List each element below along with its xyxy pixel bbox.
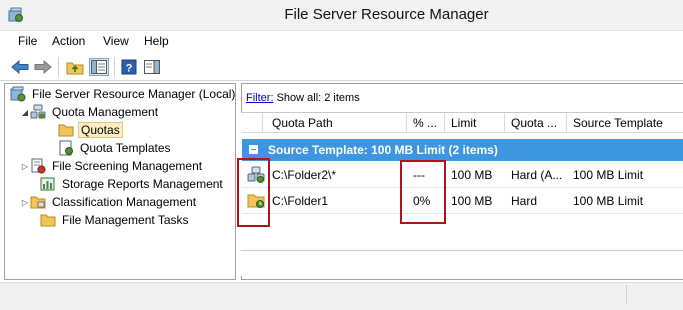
file-screening-icon xyxy=(30,158,46,174)
collapse-group-icon[interactable] xyxy=(249,145,258,154)
percent-highlight-box xyxy=(400,160,446,224)
show-hide-tree-icon[interactable] xyxy=(89,58,109,76)
tree-item-label: Storage Reports Management xyxy=(62,177,223,191)
tree-item-label: File Management Tasks xyxy=(62,213,189,227)
status-bar-divider xyxy=(626,285,627,305)
tree-item-label: File Server Resource Manager (Local) xyxy=(32,87,236,101)
collapse-arrow-icon[interactable]: ◢ xyxy=(20,108,30,117)
source-template-cell: 100 MB Limit xyxy=(573,168,644,182)
toolbar-separator xyxy=(114,57,115,77)
classification-icon xyxy=(30,194,46,210)
filter-text: Show all: 2 items xyxy=(276,92,360,104)
folder-icon xyxy=(40,212,56,228)
column-divider[interactable] xyxy=(262,113,263,133)
expand-arrow-icon[interactable]: ▷ xyxy=(20,198,30,207)
status-bar xyxy=(0,282,683,310)
tree-item-quota-management[interactable]: ◢ Quota Management xyxy=(10,103,234,121)
tree-item-file-server-resource-manager-local[interactable]: File Server Resource Manager (Local) xyxy=(10,85,236,103)
tree-item-label: File Screening Management xyxy=(52,159,203,173)
toolbar-separator xyxy=(58,57,59,77)
quota-type-cell: Hard (A... xyxy=(511,168,563,182)
menu-file[interactable]: File xyxy=(18,34,37,48)
window-title: File Server Resource Manager xyxy=(284,6,489,23)
column-divider[interactable] xyxy=(406,113,407,133)
column-percent-used[interactable]: % ... xyxy=(413,116,437,130)
column-quota-type[interactable]: Quota ... xyxy=(511,116,557,130)
tree-item-label: Quota Management xyxy=(52,105,159,119)
limit-cell: 100 MB xyxy=(451,168,493,182)
quota-type-cell: Hard xyxy=(511,194,538,208)
tree-item-storage-reports-management[interactable]: Storage Reports Management xyxy=(10,175,234,193)
action-pane-icon[interactable] xyxy=(142,58,162,76)
fsrm-server-icon xyxy=(10,86,26,102)
column-limit[interactable]: Limit xyxy=(451,116,476,130)
column-source-template[interactable]: Source Template xyxy=(573,116,663,130)
tree-item-classification-management[interactable]: ▷ Classification Management xyxy=(10,193,234,211)
column-divider[interactable] xyxy=(566,113,567,133)
tree-list: File Server Resource Manager (Local) ◢ Quo… xyxy=(10,85,236,229)
menu-action[interactable]: Action xyxy=(52,34,85,48)
column-divider[interactable] xyxy=(504,113,505,133)
menu-help[interactable]: Help xyxy=(144,34,169,48)
column-quota-path[interactable]: Quota Path xyxy=(272,116,333,130)
tree-item-quotas[interactable]: Quotas xyxy=(10,121,234,139)
up-folder-icon[interactable] xyxy=(65,58,85,76)
quota-template-icon xyxy=(58,140,74,156)
tree-item-label: Quotas xyxy=(78,122,123,138)
forward-arrow-icon[interactable] xyxy=(33,58,53,76)
group-header-label: Source Template: 100 MB Limit (2 items) xyxy=(268,143,498,157)
column-divider[interactable] xyxy=(444,113,445,133)
tree-item-quota-templates[interactable]: Quota Templates xyxy=(10,139,234,157)
quota-management-icon xyxy=(30,104,46,120)
limit-cell: 100 MB xyxy=(451,194,493,208)
quota-path-cell: C:\Folder1 xyxy=(272,194,329,208)
filter-link[interactable]: Filter: xyxy=(246,92,274,104)
expand-arrow-icon[interactable]: ▷ xyxy=(20,162,30,171)
folder-icon xyxy=(58,122,74,138)
tree-item-label: Classification Management xyxy=(52,195,197,209)
back-arrow-icon[interactable] xyxy=(10,58,30,76)
source-template-cell: 100 MB Limit xyxy=(573,194,644,208)
results-pane-footer xyxy=(241,250,683,276)
tree-item-file-management-tasks[interactable]: File Management Tasks xyxy=(10,211,234,229)
menu-view[interactable]: View xyxy=(103,34,129,48)
icon-highlight-box xyxy=(237,158,270,227)
quota-path-cell: C:\Folder2\* xyxy=(272,168,337,182)
filter-bar: Filter: Show all: 2 items xyxy=(246,92,360,104)
tree-item-file-screening-management[interactable]: ▷ File Screening Management xyxy=(10,157,234,175)
tree-item-label: Quota Templates xyxy=(80,141,171,155)
storage-reports-icon xyxy=(40,176,56,192)
help-icon[interactable]: ? xyxy=(119,58,139,76)
row-divider xyxy=(242,213,683,214)
svg-text:?: ? xyxy=(126,63,133,75)
